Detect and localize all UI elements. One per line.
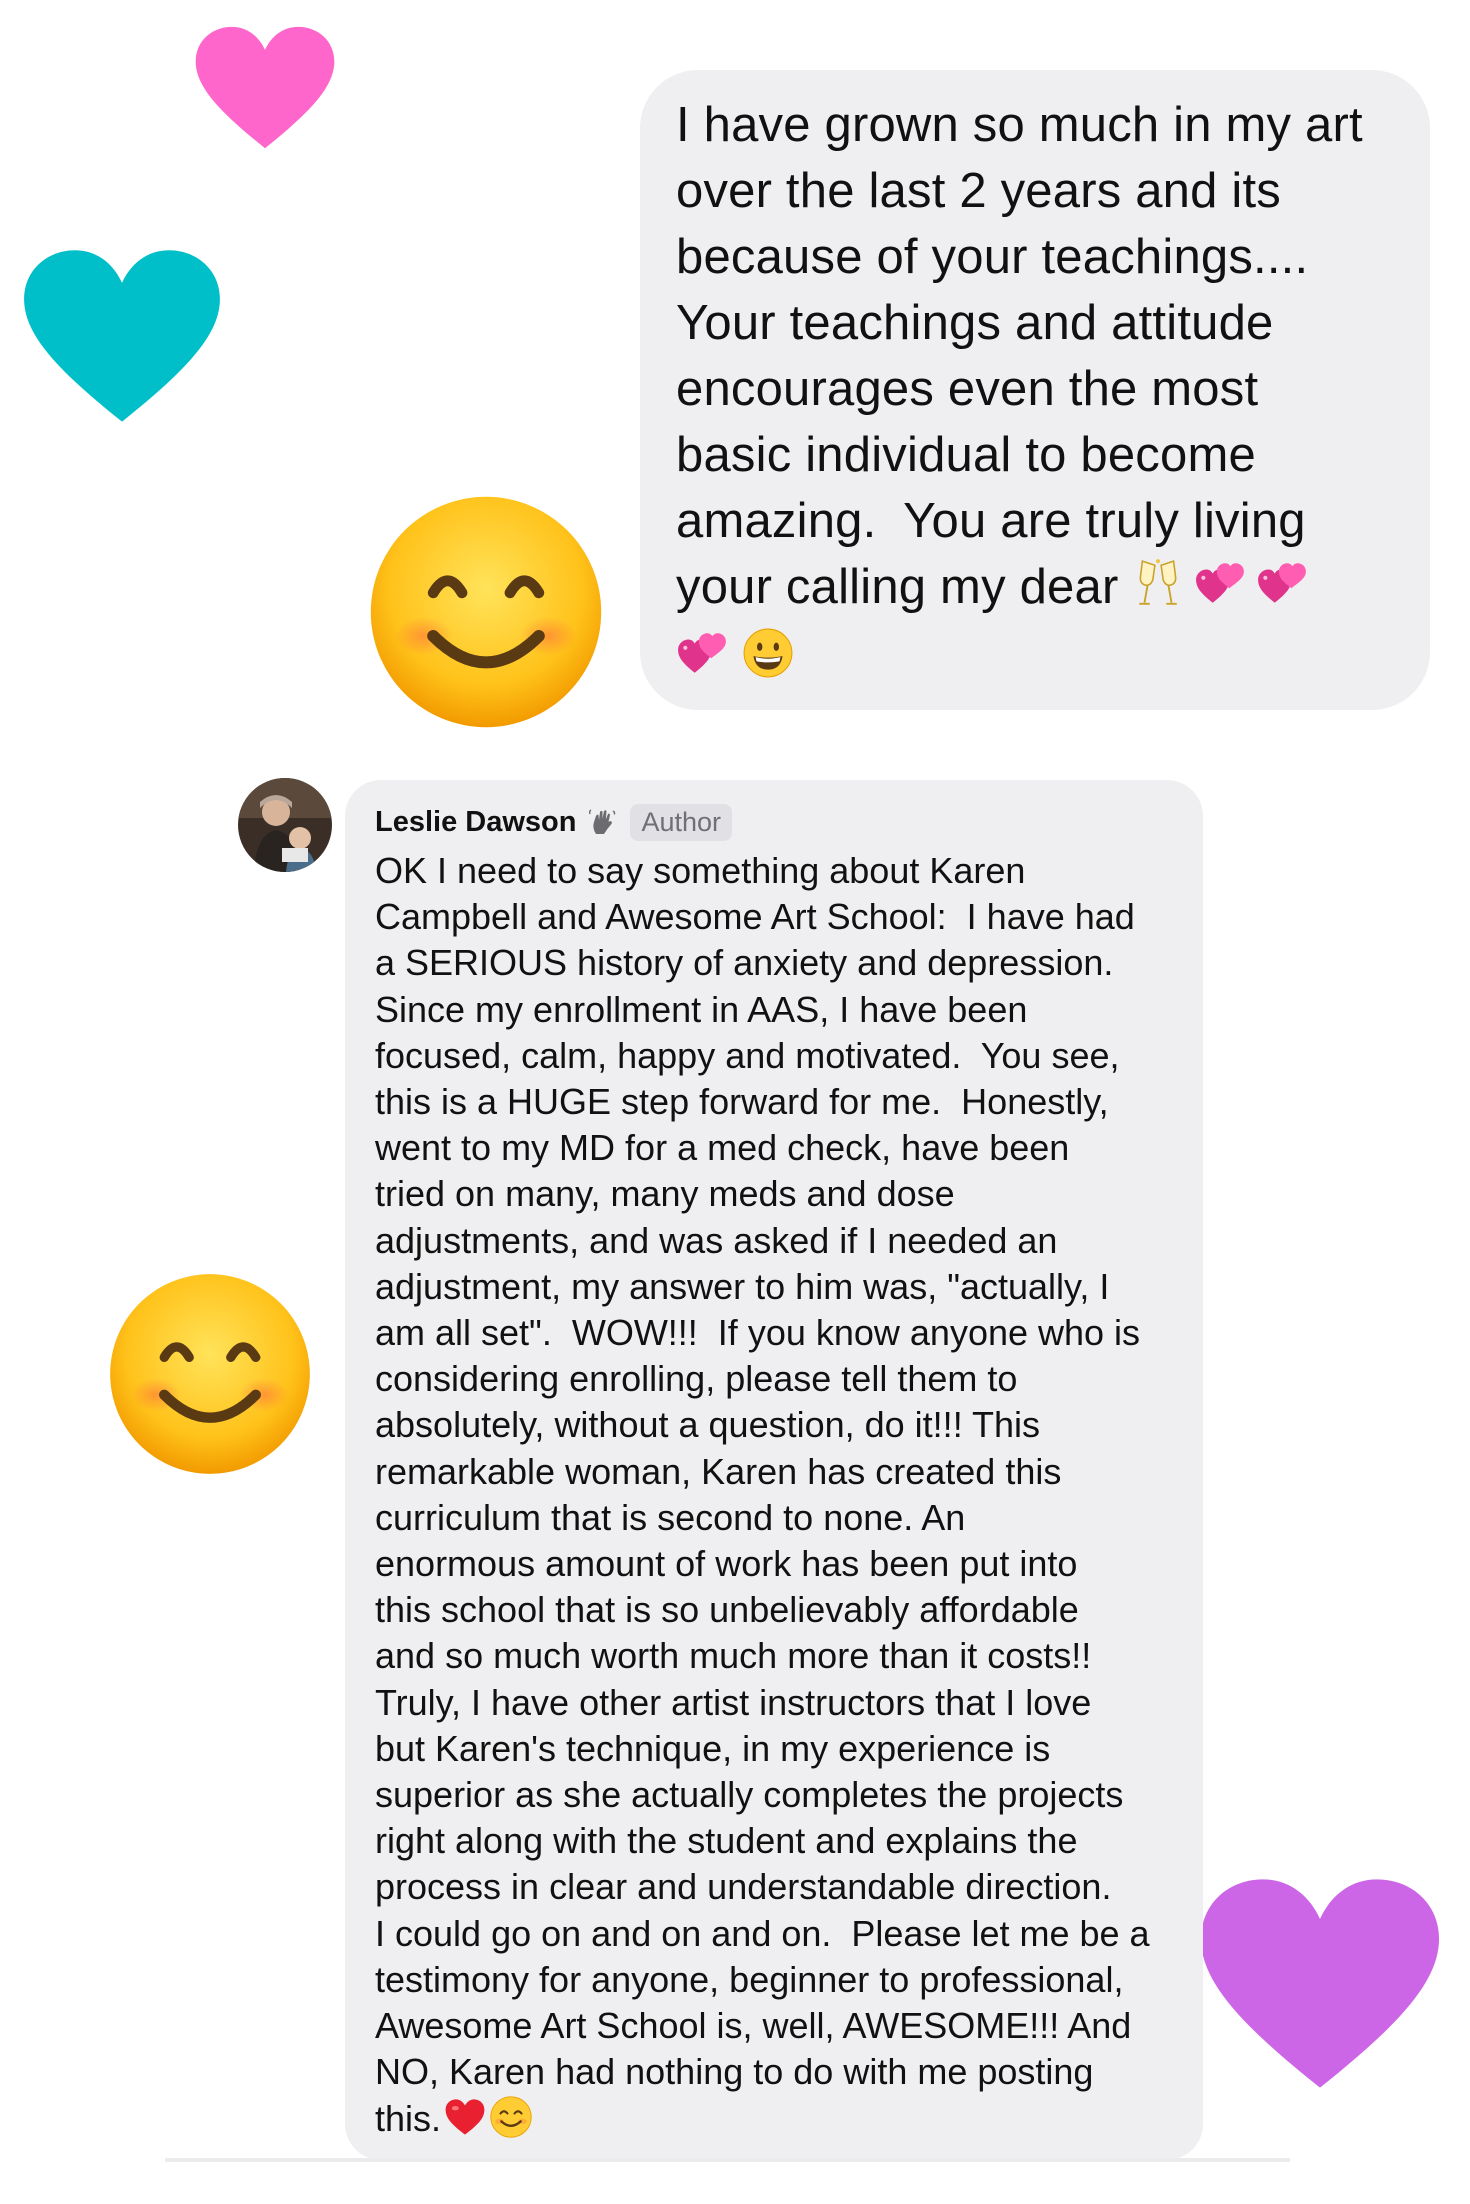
pink-heart-icon	[195, 26, 335, 149]
waving-hand-icon	[589, 809, 616, 834]
post-message-bubble: I have grown so much in my art over the …	[640, 70, 1430, 710]
post-message-body: I have grown so much in my art over the …	[676, 98, 1363, 614]
teal-heart-icon	[24, 250, 220, 422]
grinning-face-icon	[743, 628, 793, 678]
comment-author-row: Leslie Dawson Author	[375, 794, 1181, 850]
smiling-face-icon	[490, 2096, 532, 2139]
two-hearts-icon	[1196, 563, 1245, 603]
comment-text: OK I need to say something about Karen C…	[375, 848, 1181, 2143]
avatar[interactable]	[238, 778, 332, 872]
smiling-face-icon	[110, 1274, 310, 1474]
red-heart-icon	[445, 2099, 485, 2136]
comment-body: OK I need to say something about Karen C…	[375, 850, 1150, 2093]
champagne-icon	[1139, 559, 1178, 605]
two-hearts-icon	[1258, 563, 1307, 603]
post-message-text: I have grown so much in my art over the …	[676, 92, 1402, 620]
post-emoji-row	[1132, 557, 1308, 609]
purple-heart-icon	[1200, 1879, 1440, 2088]
post-emoji-row-2	[676, 620, 1402, 686]
smiling-face-icon	[370, 496, 602, 728]
author-name[interactable]: Leslie Dawson	[375, 806, 576, 839]
author-tag: Author	[630, 803, 733, 841]
avatar-photo	[238, 778, 332, 872]
divider	[165, 2158, 1290, 2162]
comment-bubble: Leslie Dawson Author OK I need to say so…	[345, 780, 1203, 2160]
two-hearts-icon	[678, 633, 726, 673]
comment-last-line: this.	[375, 2098, 442, 2140]
